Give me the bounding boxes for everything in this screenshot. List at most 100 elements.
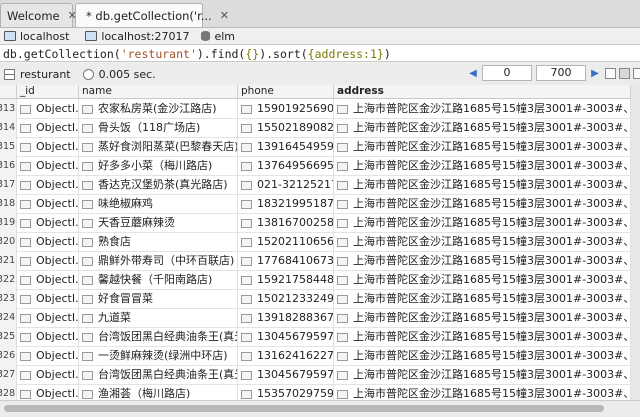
cell-address[interactable]: 上海市普陀区金沙江路1685号15幢3层3001#-3003#、3005#-30 [334,270,631,289]
query-editor[interactable]: db.getCollection('resturant').find({}).s… [0,44,640,62]
cell-id[interactable]: ObjectI... [17,137,79,156]
cell-name[interactable]: 九道菜 [79,308,238,327]
next-page-icon[interactable]: ▶ [588,68,602,79]
table-row[interactable]: 324 ObjectI... 九道菜 13918288367 上海市普陀区金沙江路168… [0,308,631,328]
cell-id[interactable]: ObjectI... [17,175,79,194]
table-row[interactable]: 326 ObjectI... 一烫鲜麻辣烫(绿洲中环店) 13162416227 上海市… [0,346,631,366]
cell-address[interactable]: 上海市普陀区金沙江路1685号15幢3层3001#-3003#、3005#-30 [334,99,631,118]
table-row[interactable]: 313 ObjectI... 农家私房菜(金沙江路店) 15901925690 上海市普… [0,99,631,119]
cell-address[interactable]: 上海市普陀区金沙江路1685号15幢3层3001#-3003#、3005#-30 [334,251,631,270]
cell-phone[interactable]: 15357029759 [238,384,334,400]
limit-input[interactable]: 700 [536,65,586,81]
cell-name[interactable]: 馨越快餐（千阳南路店) [79,270,238,289]
close-icon[interactable]: ✕ [220,9,229,22]
cell-id[interactable]: ObjectI... [17,384,79,400]
prev-page-icon[interactable]: ◀ [466,68,480,79]
cell-address[interactable]: 上海市普陀区金沙江路1685号15幢3层3001#-3003#、3005#-30 [334,289,631,308]
cell-id[interactable]: ObjectI... [17,232,79,251]
cell-phone[interactable]: 15502189082 1... [238,118,334,137]
cell-name[interactable]: 香达克汉堡奶茶(真光路店) [79,175,238,194]
column-header-name[interactable]: name [79,85,238,98]
cell-id[interactable]: ObjectI... [17,308,79,327]
cell-id[interactable]: ObjectI... [17,99,79,118]
connection-database[interactable]: elm [201,30,235,43]
cell-name[interactable]: 渔湘荟（梅川路店) [79,384,238,400]
tree-view-icon[interactable] [605,67,616,79]
table-row[interactable]: 321 ObjectI... 鼎鲜外带寿司（中环百联店) 17768410673 上海市… [0,251,631,271]
cell-phone[interactable]: 15921758448 [238,270,334,289]
cell-address[interactable]: 上海市普陀区金沙江路1685号15幢3层3001#-3003#、3005#-30 [334,384,631,400]
table-row[interactable]: 316 ObjectI... 好多多小菜（梅川路店) 13764956695 上海市普陀… [0,156,631,176]
cell-address[interactable]: 上海市普陀区金沙江路1685号15幢3层3001#-3003#、3005#-30 [334,194,631,213]
table-row[interactable]: 320 ObjectI... 熟食店 15202110656 上海市普陀区金沙江路168… [0,232,631,252]
tab-welcome[interactable]: Welcome ✕ [0,3,77,27]
table-row[interactable]: 314 ObjectI... 骨头饭（118广场店) 15502189082 1...… [0,118,631,138]
cell-address[interactable]: 上海市普陀区金沙江路1685号15幢3层3001#-3003#、3005#-30 [334,213,631,232]
tab-query[interactable]: * db.getCollection('r... ✕ [75,3,229,27]
table-row[interactable]: 317 ObjectI... 香达克汉堡奶茶(真光路店) 021-32125217 上海… [0,175,631,195]
cell-id[interactable]: ObjectI... [17,327,79,346]
cell-id[interactable]: ObjectI... [17,251,79,270]
cell-phone[interactable]: 13045679597 [238,365,334,384]
cell-address[interactable]: 上海市普陀区金沙江路1685号15幢3层3001#-3003#、3005#-30 [334,156,631,175]
table-row[interactable]: 315 ObjectI... 蒸好食浏阳蒸菜(巴黎春天店) 13916454959 1… [0,137,631,157]
cell-name[interactable]: 蒸好食浏阳蒸菜(巴黎春天店) [79,137,238,156]
connection-server[interactable]: localhost:27017 [81,30,189,43]
connection-host[interactable]: localhost [0,30,69,43]
cell-name[interactable]: 味绝椒麻鸡 [79,194,238,213]
cell-address[interactable]: 上海市普陀区金沙江路1685号15幢3层3001#-3003#、3005#-30 [334,365,631,384]
cell-name[interactable]: 天香豆蘑麻辣烫 [79,213,238,232]
cell-address[interactable]: 上海市普陀区金沙江路1685号15幢3层3001#-3003#、3005#-30 [334,175,631,194]
cell-address[interactable]: 上海市普陀区金沙江路1685号15幢3层3001#-3003#、3005#-30 [334,346,631,365]
cell-name[interactable]: 鼎鲜外带寿司（中环百联店) [79,251,238,270]
table-row[interactable]: 325 ObjectI... 台湾饭团黑白经典油条王(真光... 1304567959… [0,327,631,347]
column-header-phone[interactable]: phone [238,85,334,98]
cell-id[interactable]: ObjectI... [17,346,79,365]
cell-id[interactable]: ObjectI... [17,289,79,308]
cell-name[interactable]: 熟食店 [79,232,238,251]
cell-address[interactable]: 上海市普陀区金沙江路1685号15幢3层3001#-3003#、3005#-30 [334,232,631,251]
text-view-icon[interactable] [633,67,640,79]
cell-name[interactable]: 台湾饭团黑白经典油条王(真光... [79,365,238,384]
scrollbar-thumb[interactable] [4,405,604,412]
cell-phone[interactable]: 13764956695 [238,156,334,175]
cell-phone[interactable]: 15021233249 1... [238,289,334,308]
cell-id[interactable]: ObjectI... [17,270,79,289]
cell-name[interactable]: 好多多小菜（梅川路店) [79,156,238,175]
cell-name[interactable]: 一烫鲜麻辣烫(绿洲中环店) [79,346,238,365]
table-row[interactable]: 323 ObjectI... 好食冒冒菜 15021233249 1... 上海市普陀区… [0,289,631,309]
cell-phone[interactable]: 13045679597 [238,327,334,346]
table-row[interactable]: 327 ObjectI... 台湾饭团黑白经典油条王(真光... 1304567959… [0,365,631,385]
horizontal-scrollbar[interactable] [0,400,640,417]
table-view-icon[interactable] [619,67,630,79]
cell-name[interactable]: 农家私房菜(金沙江路店) [79,99,238,118]
cell-phone[interactable]: 13916454959 1... [238,137,334,156]
cell-phone[interactable]: 15901925690 [238,99,334,118]
skip-input[interactable]: 0 [482,65,532,81]
cell-address[interactable]: 上海市普陀区金沙江路1685号15幢3层3001#-3003#、3005#-30 [334,327,631,346]
cell-phone[interactable]: 15202110656 [238,232,334,251]
cell-address[interactable]: 上海市普陀区金沙江路1685号15幢3层3001#-3003#、3005#-30 [334,137,631,156]
cell-id[interactable]: ObjectI... [17,194,79,213]
cell-phone[interactable]: 021-32125217 [238,175,334,194]
cell-address[interactable]: 上海市普陀区金沙江路1685号15幢3层3001#-3003#、3005#-30 [334,308,631,327]
table-row[interactable]: 328 ObjectI... 渔湘荟（梅川路店) 15357029759 上海市普陀区金… [0,384,631,400]
column-header-id[interactable]: _id [17,85,79,98]
vertical-scrollbar[interactable] [631,85,640,400]
cell-name[interactable]: 骨头饭（118广场店) [79,118,238,137]
cell-phone[interactable]: 13918288367 [238,308,334,327]
table-row[interactable]: 319 ObjectI... 天香豆蘑麻辣烫 13816700258 上海市普陀区金沙江… [0,213,631,233]
table-row[interactable]: 322 ObjectI... 馨越快餐（千阳南路店) 15921758448 上海市普陀… [0,270,631,290]
cell-id[interactable]: ObjectI... [17,365,79,384]
cell-phone[interactable]: 13816700258 [238,213,334,232]
cell-name[interactable]: 好食冒冒菜 [79,289,238,308]
cell-name[interactable]: 台湾饭团黑白经典油条王(真光... [79,327,238,346]
cell-id[interactable]: ObjectI... [17,213,79,232]
cell-phone[interactable]: 17768410673 [238,251,334,270]
table-row[interactable]: 318 ObjectI... 味绝椒麻鸡 18321995187 上海市普陀区金沙江路1… [0,194,631,214]
cell-phone[interactable]: 18321995187 [238,194,334,213]
cell-address[interactable]: 上海市普陀区金沙江路1685号15幢3层3001#-3003#、3005#-30 [334,118,631,137]
cell-phone[interactable]: 13162416227 [238,346,334,365]
cell-id[interactable]: ObjectI... [17,118,79,137]
cell-id[interactable]: ObjectI... [17,156,79,175]
